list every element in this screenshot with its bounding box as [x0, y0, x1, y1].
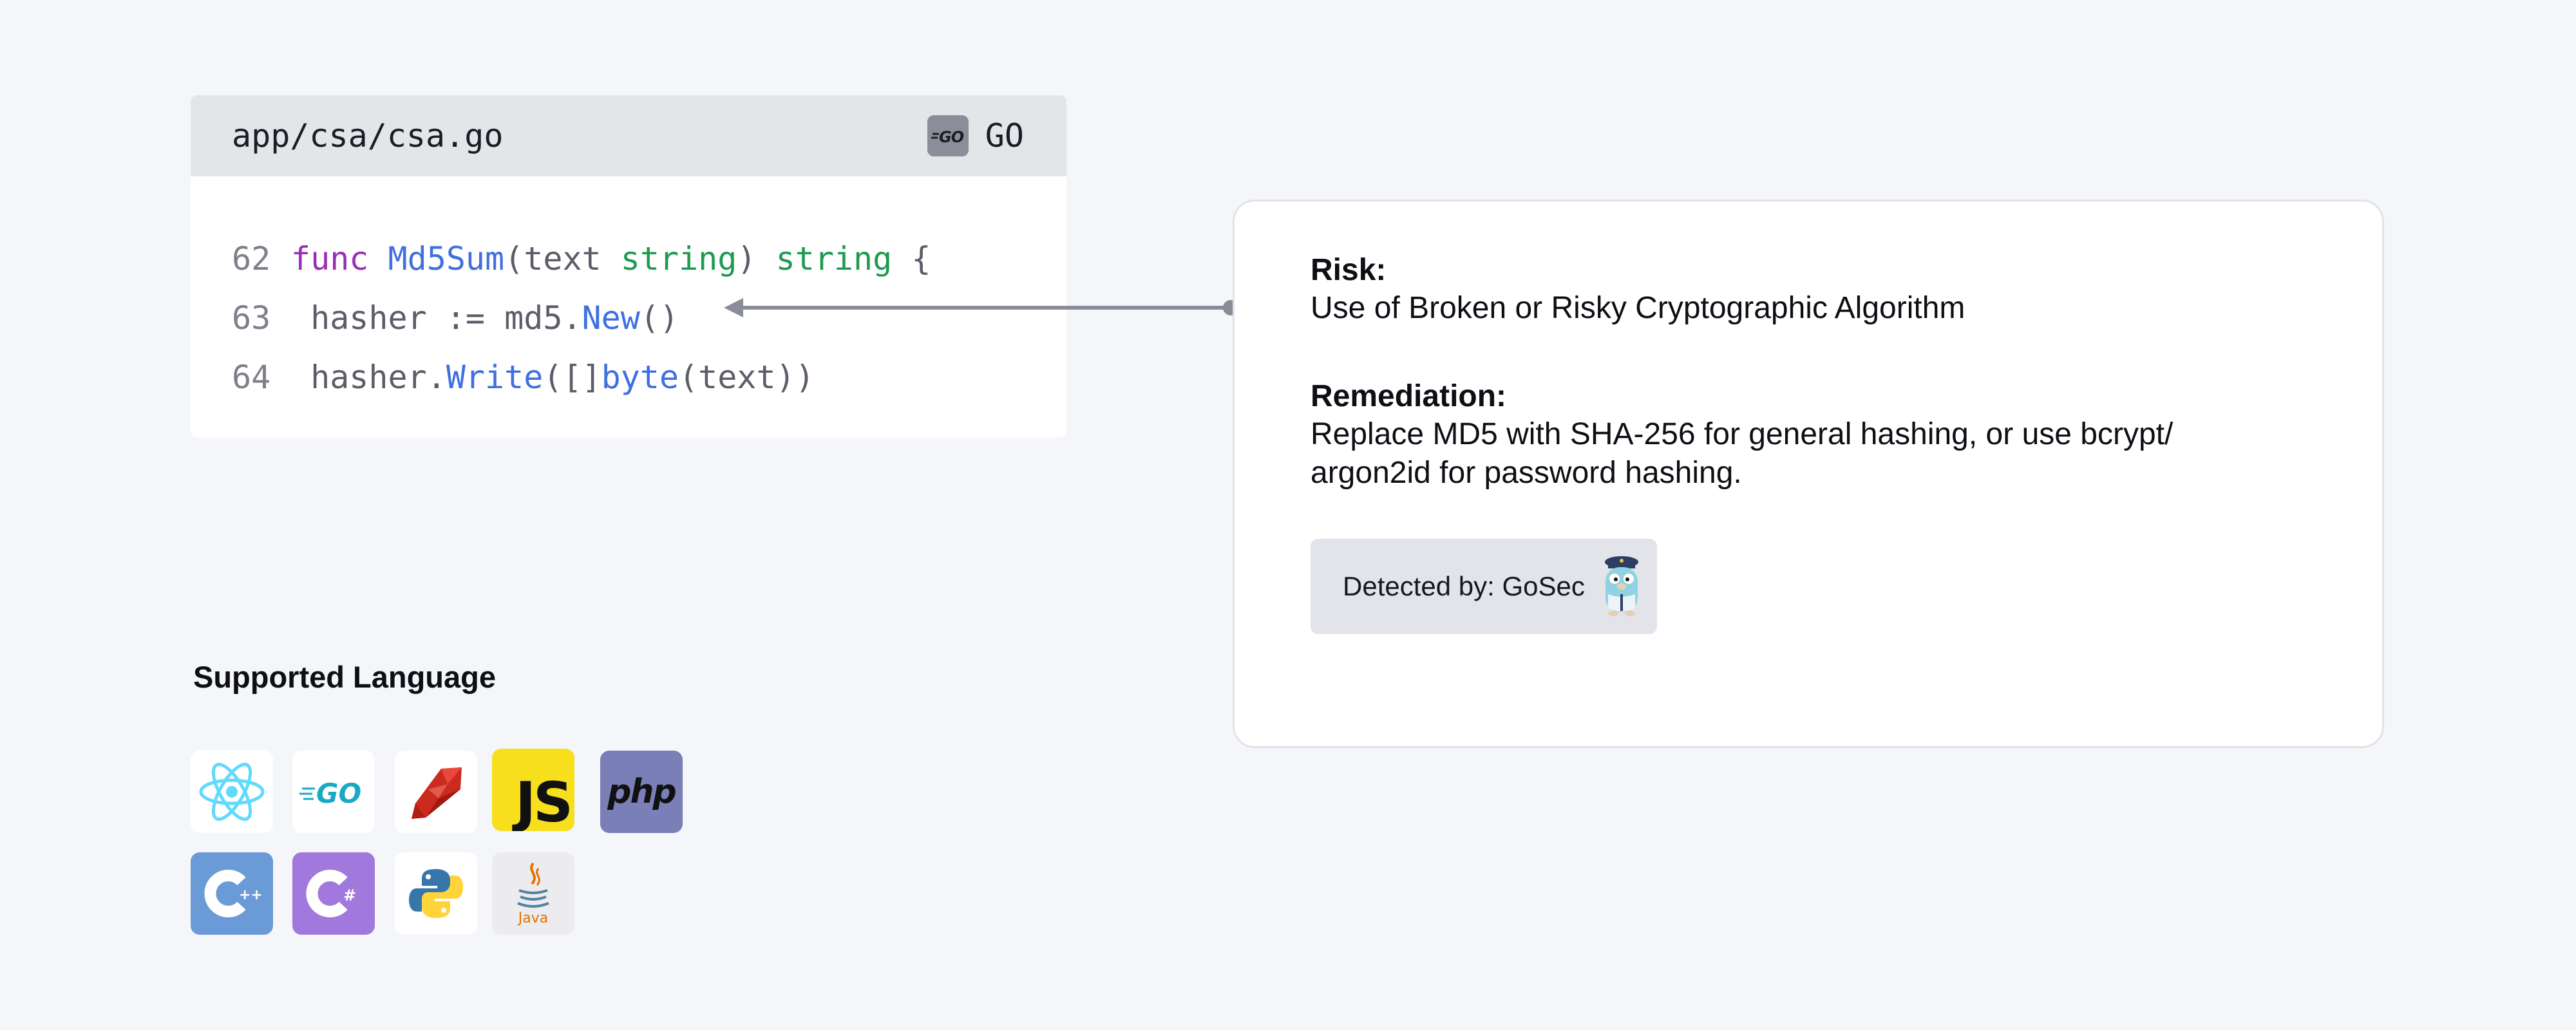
- svg-text:#: #: [343, 886, 356, 904]
- remediation-text: Replace MD5 with SHA-256 for general has…: [1311, 417, 2174, 490]
- risk-card: Risk: Use of Broken or Risky Cryptograph…: [1233, 200, 2384, 748]
- line-number: 64: [232, 359, 271, 396]
- arrow-head-icon: [724, 298, 743, 317]
- line-number: 63: [232, 299, 271, 337]
- code-token: (text)): [679, 359, 815, 396]
- code-token: ([]: [543, 359, 601, 396]
- code-token: hasher := md5.: [291, 299, 582, 337]
- risk-text: Use of Broken or Risky Cryptographic Alg…: [1311, 291, 1965, 325]
- supported-language-title: Supported Language: [193, 660, 496, 694]
- code-snippet-card: app/csa/csa.go GO GO 62 func Md5Sum (text …: [191, 95, 1066, 438]
- language-name: GO: [985, 117, 1024, 154]
- php-icon: php: [600, 751, 683, 833]
- svg-text:++: ++: [239, 887, 263, 903]
- code-token: hasher.: [291, 359, 446, 396]
- javascript-icon: JS: [492, 749, 574, 831]
- risk-label: Risk:: [1311, 253, 1387, 287]
- code-token: (text: [504, 240, 621, 277]
- go-badge-icon: GO: [927, 115, 969, 156]
- svg-text:Java: Java: [517, 910, 548, 926]
- code-line: 64 hasher. Write([] byte (text)): [232, 348, 1066, 407]
- code-token: func: [291, 240, 388, 277]
- code-token: ): [737, 240, 776, 277]
- react-icon: [191, 751, 273, 833]
- code-token: string: [620, 240, 737, 277]
- code-token: {: [892, 240, 931, 277]
- svg-text:GO: GO: [316, 778, 361, 808]
- gosec-gopher-icon: [1599, 553, 1644, 621]
- file-path: app/csa/csa.go: [232, 117, 504, 154]
- code-token: (): [639, 299, 679, 337]
- code-token: Md5Sum: [388, 240, 505, 277]
- code-line: 62 func Md5Sum (text string) string {: [232, 229, 1066, 288]
- svg-text:GO: GO: [939, 128, 964, 145]
- code-token: New: [582, 299, 640, 337]
- java-icon: Java: [492, 852, 574, 935]
- line-number: 62: [232, 240, 271, 277]
- cplusplus-icon: ++: [191, 852, 273, 935]
- detected-by-text: Detected by: GoSec: [1343, 571, 1585, 601]
- go-icon: GO: [292, 751, 375, 833]
- detected-by-badge: Detected by: GoSec: [1311, 539, 1657, 634]
- remediation-label: Remediation:: [1311, 379, 1507, 413]
- python-icon: [395, 852, 477, 935]
- code-card-header: app/csa/csa.go GO GO: [191, 95, 1066, 176]
- language-tag: GO GO: [927, 115, 1024, 156]
- code-token: string: [775, 240, 893, 277]
- code-token: Write: [446, 359, 544, 396]
- ruby-icon: [395, 751, 477, 833]
- connector-arrow: [724, 298, 1238, 317]
- csharp-icon: #: [292, 852, 375, 935]
- code-token: byte: [601, 359, 679, 396]
